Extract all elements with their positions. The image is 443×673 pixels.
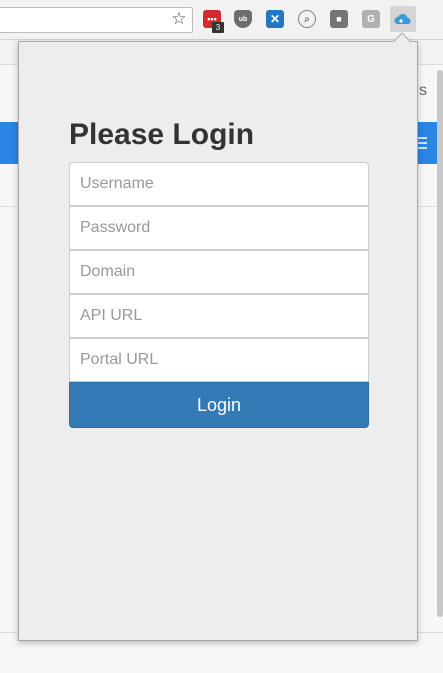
- username-field[interactable]: [69, 162, 369, 206]
- cloud-ext-icon[interactable]: [390, 6, 416, 32]
- dark-ext-icon[interactable]: ■: [330, 10, 348, 28]
- cloud-icon: [394, 13, 411, 25]
- ext-badge: 3: [212, 22, 224, 33]
- google-ext-icon[interactable]: G: [362, 10, 380, 28]
- password-field[interactable]: [69, 206, 369, 250]
- ublock-shield-icon[interactable]: ub: [234, 10, 252, 28]
- blue-ext-icon[interactable]: ✕: [266, 10, 284, 28]
- address-bar[interactable]: [0, 7, 193, 33]
- domain-field[interactable]: [69, 250, 369, 294]
- portal-url-field[interactable]: [69, 338, 369, 382]
- login-button[interactable]: Login: [69, 382, 369, 428]
- star-icon[interactable]: ☆: [170, 9, 188, 29]
- scrollbar[interactable]: [437, 70, 443, 617]
- api-url-field[interactable]: [69, 294, 369, 338]
- browser-toolbar: ☆ ••• 3 ub ✕ ⌕ ■ G: [0, 0, 443, 40]
- magnifier-icon[interactable]: ⌕: [298, 10, 316, 28]
- popup-title: Please Login: [69, 118, 255, 151]
- login-popup: Please Login Login: [18, 41, 418, 641]
- background-text: s: [419, 82, 427, 99]
